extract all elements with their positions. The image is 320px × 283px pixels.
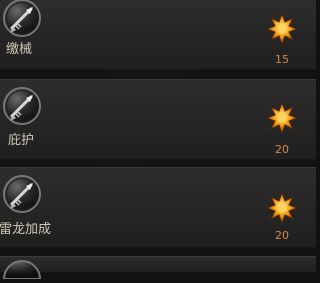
partial-skill-icon[interactable] (2, 259, 42, 280)
spear-skill-icon[interactable] (2, 86, 42, 126)
gold-star-icon (265, 101, 299, 135)
skill-name: 雷龙加成 (0, 222, 52, 237)
skill-row[interactable]: 庇护 20 (0, 79, 316, 160)
skill-row[interactable] (0, 256, 316, 280)
skill-name: 庇护 (8, 133, 35, 148)
skill-row[interactable]: 缴械 15 (0, 0, 316, 70)
reward-value: 15 (275, 53, 289, 66)
spear-skill-icon[interactable] (2, 174, 42, 214)
skill-row[interactable]: 雷龙加成 20 (0, 167, 316, 248)
spear-skill-icon[interactable] (2, 0, 42, 38)
reward-value: 20 (275, 143, 289, 156)
reward-value: 20 (275, 229, 289, 242)
skill-name: 缴械 (6, 42, 33, 57)
gold-star-icon (265, 12, 299, 46)
skill-list-panel: 缴械 15 庇护 20 雷龙加成 20 (0, 0, 316, 280)
gold-star-icon (265, 191, 299, 225)
